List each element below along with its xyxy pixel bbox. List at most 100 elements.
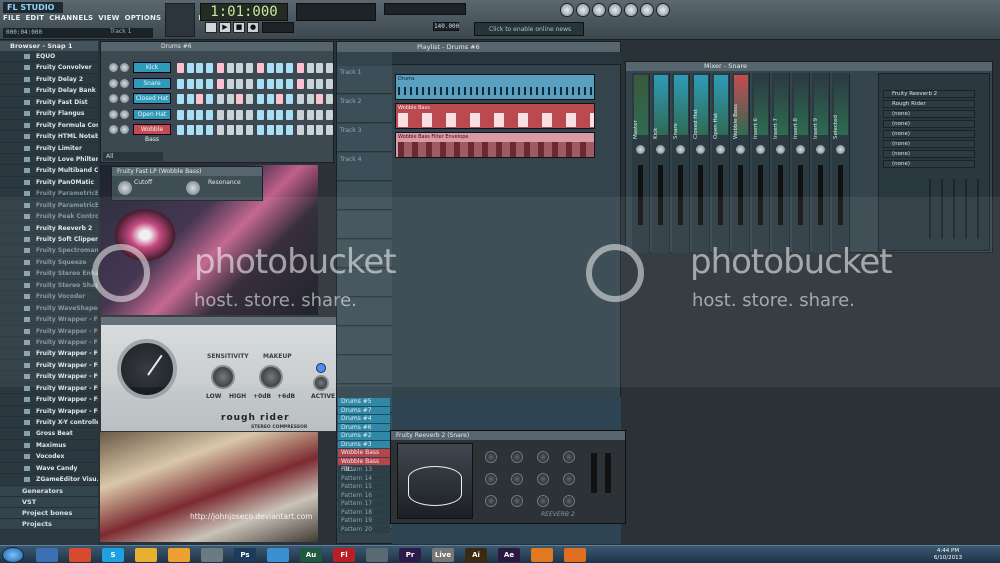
- clip-filter-envelope[interactable]: Wobble Bass Filter Envelope: [395, 132, 595, 158]
- step-button[interactable]: [276, 109, 283, 120]
- step-button[interactable]: [285, 125, 293, 135]
- step-button[interactable]: [236, 109, 243, 120]
- step-button[interactable]: [266, 63, 274, 73]
- channel-filter-select[interactable]: All: [103, 152, 163, 161]
- step-button[interactable]: [236, 94, 243, 104]
- strip-pan-knob[interactable]: [676, 145, 685, 154]
- channel-volume-knob[interactable]: [120, 109, 129, 119]
- browser-item[interactable]: Fruity Multiband C...: [0, 165, 98, 177]
- browser-item[interactable]: Fruity Wrapper - Fr...: [0, 394, 98, 406]
- step-button[interactable]: [276, 63, 283, 73]
- browser-item[interactable]: Maximus: [0, 440, 98, 452]
- step-sequencer-icon[interactable]: [592, 3, 606, 17]
- step-button[interactable]: [257, 125, 264, 135]
- menu-options[interactable]: OPTIONS: [125, 14, 162, 26]
- browser-folder[interactable]: Projects: [0, 518, 98, 530]
- step-button[interactable]: [276, 94, 283, 104]
- pattern-item[interactable]: Drums #5: [338, 398, 390, 407]
- reverb-knob[interactable]: [563, 495, 575, 507]
- step-button[interactable]: [306, 125, 314, 135]
- channel-pan-knob[interactable]: [109, 125, 118, 134]
- track-header[interactable]: Track 2: [337, 95, 392, 123]
- step-button[interactable]: [205, 109, 213, 120]
- pattern-item[interactable]: Drums #4: [338, 415, 390, 424]
- step-button[interactable]: [285, 94, 293, 104]
- strip-pan-knob[interactable]: [816, 145, 825, 154]
- step-button[interactable]: [226, 109, 234, 120]
- strip-pan-knob[interactable]: [696, 145, 705, 154]
- step-button[interactable]: [245, 63, 253, 73]
- step-button[interactable]: [205, 63, 213, 73]
- step-button[interactable]: [325, 78, 333, 89]
- step-button[interactable]: [217, 125, 224, 135]
- step-button[interactable]: [245, 94, 253, 104]
- step-button[interactable]: [226, 94, 234, 104]
- browser-item[interactable]: Fruity Fast Dist: [0, 97, 98, 109]
- pattern-item[interactable]: Drums #2: [338, 432, 390, 441]
- tempo-display[interactable]: 140.000: [433, 22, 459, 31]
- browser-item[interactable]: Fruity X-Y controller: [0, 417, 98, 429]
- step-button[interactable]: [316, 78, 323, 89]
- browser-item[interactable]: Fruity HTML Noteb...: [0, 131, 98, 143]
- taskbar-app[interactable]: [531, 548, 553, 562]
- menu-channels[interactable]: CHANNELS: [49, 14, 93, 26]
- strip-pan-knob[interactable]: [756, 145, 765, 154]
- step-button[interactable]: [306, 78, 314, 89]
- step-button[interactable]: [297, 109, 304, 120]
- reverb-knob[interactable]: [511, 451, 523, 463]
- track-header[interactable]: Track 1: [337, 66, 392, 94]
- track-header[interactable]: Track 4: [337, 153, 392, 181]
- wet-slider[interactable]: [605, 453, 611, 493]
- browser-item[interactable]: Fruity Limiter: [0, 143, 98, 154]
- fx-slot[interactable]: (none): [883, 120, 975, 128]
- step-button[interactable]: [196, 78, 203, 89]
- browser-item[interactable]: Wave Candy: [0, 463, 98, 475]
- browser-item[interactable]: Gross Beat: [0, 428, 98, 440]
- step-button[interactable]: [186, 78, 194, 89]
- start-button[interactable]: [2, 547, 24, 563]
- pattern-item[interactable]: Pattern 18: [338, 508, 390, 517]
- channel-volume-knob[interactable]: [120, 78, 129, 88]
- step-button[interactable]: [297, 94, 304, 104]
- taskbar-app[interactable]: Au: [300, 548, 322, 562]
- browser-item[interactable]: Fruity Love Philter: [0, 154, 98, 166]
- channel-volume-knob[interactable]: [120, 125, 129, 134]
- channel-pan-knob[interactable]: [109, 94, 118, 103]
- step-button[interactable]: [186, 125, 194, 135]
- step-button[interactable]: [236, 78, 243, 89]
- step-button[interactable]: [217, 109, 224, 120]
- browser-icon[interactable]: [624, 3, 638, 17]
- strip-pan-knob[interactable]: [716, 145, 725, 154]
- taskbar-app[interactable]: [135, 548, 157, 562]
- step-button[interactable]: [285, 109, 293, 120]
- taskbar-app[interactable]: [564, 548, 586, 562]
- step-button[interactable]: [177, 78, 184, 89]
- step-button[interactable]: [266, 94, 274, 104]
- step-button[interactable]: [276, 125, 283, 135]
- step-button[interactable]: [196, 109, 203, 120]
- taskbar-app[interactable]: Live: [432, 548, 454, 562]
- time-display[interactable]: 1:01:000: [200, 3, 288, 21]
- step-button[interactable]: [196, 125, 203, 135]
- channel-name-button[interactable]: Closed Hat: [133, 93, 171, 104]
- strip-pan-knob[interactable]: [796, 145, 805, 154]
- help-icon[interactable]: [656, 3, 670, 17]
- resonance-knob[interactable]: [186, 181, 200, 195]
- step-button[interactable]: [316, 63, 323, 73]
- fx-slot[interactable]: (none): [883, 160, 975, 168]
- settings-icon[interactable]: [640, 3, 654, 17]
- step-button[interactable]: [316, 125, 323, 135]
- reverb-knob[interactable]: [511, 473, 523, 485]
- step-button[interactable]: [316, 94, 323, 104]
- channel-volume-knob[interactable]: [120, 94, 129, 103]
- timeline-ruler[interactable]: [392, 52, 621, 65]
- reverb-knob[interactable]: [563, 473, 575, 485]
- step-button[interactable]: [217, 63, 224, 73]
- clip-drums[interactable]: Drums: [395, 74, 595, 100]
- playlist-icon[interactable]: [576, 3, 590, 17]
- step-button[interactable]: [285, 78, 293, 89]
- browser-item[interactable]: Fruity Flangus: [0, 108, 98, 120]
- pattern-item[interactable]: Drums #6: [338, 423, 390, 432]
- step-button[interactable]: [205, 78, 213, 89]
- online-news[interactable]: Click to enable online news: [474, 22, 584, 36]
